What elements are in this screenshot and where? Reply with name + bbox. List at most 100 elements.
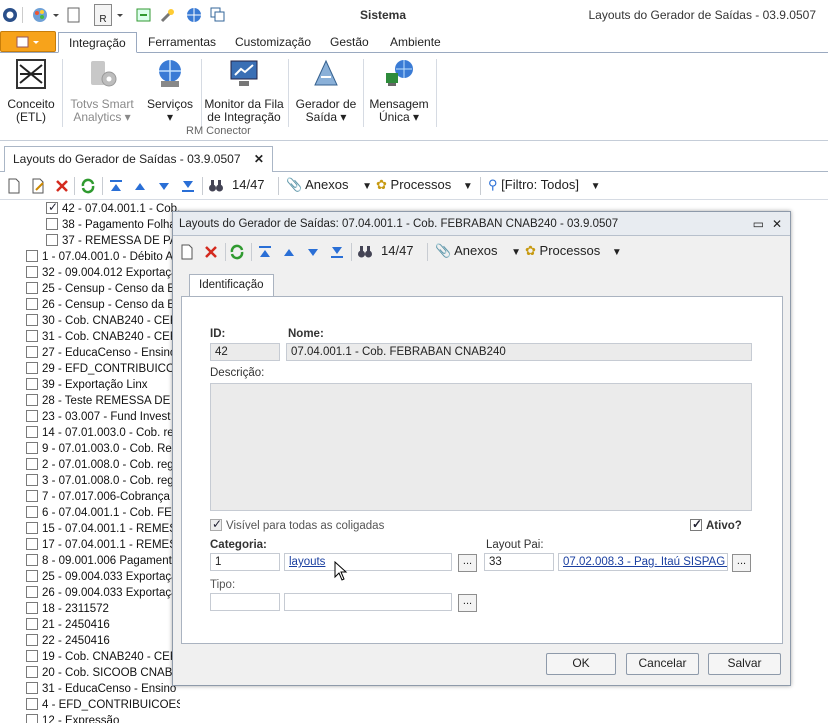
layout-pai-lookup-button[interactable]: ... — [732, 554, 751, 572]
qa-dropdown-icon[interactable] — [116, 7, 124, 23]
globe-icon[interactable] — [186, 7, 202, 23]
salvar-button[interactable]: Salvar — [708, 653, 781, 675]
visivel-checkbox[interactable]: Visível para todas as coligadas — [210, 517, 384, 532]
tree-item[interactable]: 26 - 09.004.033 Exportação — [26, 586, 180, 602]
tree-item-checkbox[interactable] — [26, 618, 38, 630]
tree-item[interactable]: 21 - 2450416 — [26, 618, 110, 634]
tree-item[interactable]: 26 - Censup - Censo da Educação — [26, 298, 180, 314]
quick-access-button[interactable]: R — [94, 4, 112, 26]
delete-icon[interactable] — [203, 244, 219, 260]
tree-item[interactable]: 19 - Cob. CNAB240 - CEF — [26, 650, 177, 666]
tree-item[interactable]: 23 - 03.007 - Fund Invest Var — [26, 410, 180, 426]
tree-item-checkbox[interactable] — [26, 394, 38, 406]
tab-ambiente[interactable]: Ambiente — [380, 32, 451, 53]
descricao-field[interactable] — [210, 383, 752, 511]
tree-item-checkbox[interactable] — [26, 554, 38, 566]
tree-item[interactable]: 25 - Censup - Censo da Educação — [26, 282, 180, 298]
qa-dropdown-icon[interactable] — [52, 7, 60, 23]
tree-item[interactable]: 38 - Pagamento Folha — [46, 218, 176, 234]
first-record-icon[interactable] — [257, 244, 273, 260]
tab-customizacao[interactable]: Customização — [225, 32, 321, 53]
tree-item-checkbox[interactable] — [26, 378, 38, 390]
tree-item-checkbox[interactable] — [26, 458, 38, 470]
tab-ferramentas[interactable]: Ferramentas — [138, 32, 226, 53]
new-icon[interactable] — [6, 178, 22, 194]
tree-item[interactable]: 37 - REMESSA DE PAGAMENTO — [46, 234, 180, 250]
tree-item-checkbox[interactable] — [26, 298, 38, 310]
anexos-menu[interactable]: 📎 Anexos ▼ — [435, 243, 521, 259]
previous-record-icon[interactable] — [132, 178, 148, 194]
cancelar-button[interactable]: Cancelar — [626, 653, 699, 675]
tree-item[interactable]: 8 - 09.001.006 Pagamento — [26, 554, 178, 570]
close-tab-icon[interactable]: ✕ — [254, 152, 264, 166]
tree-item-checkbox[interactable] — [26, 330, 38, 342]
servicos-button[interactable]: Serviços ▾ — [142, 57, 198, 124]
tree-item-checkbox[interactable] — [26, 346, 38, 358]
file-menu-button[interactable] — [0, 31, 56, 52]
tree-item-checkbox[interactable] — [26, 602, 38, 614]
tree-item-checkbox[interactable] — [26, 586, 38, 598]
tree-item[interactable]: 18 - 2311572 — [26, 602, 109, 618]
ativo-checkbox[interactable]: Ativo? — [690, 517, 742, 532]
tree-item[interactable]: 4 - EFD_CONTRIBUICOES_B — [26, 698, 180, 714]
next-record-icon[interactable] — [305, 244, 321, 260]
tree-item[interactable]: 14 - 07.01.003.0 - Cob. registrada — [26, 426, 180, 442]
categoria-lookup-button[interactable]: ... — [458, 554, 477, 572]
tree-item-checkbox[interactable] — [26, 410, 38, 422]
tree-item-checkbox[interactable] — [26, 538, 38, 550]
tree-item[interactable]: 22 - 2450416 — [26, 634, 110, 650]
last-record-icon[interactable] — [329, 244, 345, 260]
gerador-de-saida-button[interactable]: Gerador de Saída ▾ — [292, 57, 360, 124]
tree-item-checkbox[interactable] — [26, 634, 38, 646]
tipo-code-field[interactable] — [210, 593, 280, 611]
monitor-fila-integracao-button[interactable]: Monitor da Fila de Integração — [204, 57, 284, 124]
tools-icon[interactable] — [160, 7, 176, 23]
close-icon[interactable]: ✕ — [772, 217, 782, 231]
tree-item-checkbox[interactable] — [26, 714, 38, 723]
edit-icon[interactable] — [30, 178, 46, 194]
layout-pai-name-field[interactable]: 07.02.008.3 - Pag. Itaú SISPAG - v — [558, 553, 728, 571]
tree-item-checkbox[interactable] — [26, 666, 38, 678]
conceito-etl-button[interactable]: Conceito (ETL) — [4, 57, 58, 124]
tab-gestao[interactable]: Gestão — [320, 32, 379, 53]
last-record-icon[interactable] — [180, 178, 196, 194]
refresh-icon[interactable] — [229, 244, 245, 260]
windows-icon[interactable] — [210, 7, 226, 23]
tab-identificacao[interactable]: Identificação — [189, 274, 274, 296]
tree-item-checkbox[interactable] — [46, 234, 58, 246]
tree-item[interactable]: 42 - 07.04.001.1 - Cob. FEBRABAN CNAB240 — [46, 200, 180, 218]
tree-item[interactable]: 3 - 07.01.008.0 - Cob. registrada — [26, 474, 180, 490]
processos-menu[interactable]: ✿ Processos ▼ — [525, 243, 622, 259]
tree-item[interactable]: 31 - EducaCenso - Ensino Básico — [26, 682, 180, 698]
tree-item[interactable]: 30 - Cob. CNAB240 - CEF — [26, 314, 177, 330]
layout-pai-code-field[interactable]: 33 — [484, 553, 554, 571]
tree-item[interactable]: 31 - Cob. CNAB240 - CEF — [26, 330, 177, 346]
tree-item-checkbox[interactable] — [26, 650, 38, 662]
tree-item[interactable]: 28 - Teste REMESSA DE PAGAMENTO — [26, 394, 180, 410]
tree-item-checkbox[interactable] — [26, 474, 38, 486]
tree-item-checkbox[interactable] — [26, 426, 38, 438]
tree-item-checkbox[interactable] — [26, 266, 38, 278]
next-record-icon[interactable] — [156, 178, 172, 194]
tree-item-checkbox[interactable] — [26, 506, 38, 518]
export-icon[interactable] — [136, 7, 152, 23]
tree-item[interactable]: 15 - 07.04.001.1 - REMESSA — [26, 522, 180, 538]
tree-item-checkbox[interactable] — [46, 218, 58, 230]
document-tab[interactable]: Layouts do Gerador de Saídas - 03.9.0507… — [4, 146, 273, 172]
tree-item[interactable]: 20 - Cob. SICOOB CNAB240 — [26, 666, 180, 682]
mensagem-unica-button[interactable]: Mensagem Única ▾ — [366, 57, 432, 124]
tree-item-checkbox[interactable] — [26, 362, 38, 374]
tree-item[interactable]: 7 - 07.017.006-Cobrança Registrada — [26, 490, 180, 506]
binoculars-icon[interactable] — [357, 244, 373, 260]
new-doc-icon[interactable] — [66, 7, 82, 23]
anexos-menu[interactable]: 📎 Anexos ▼ — [286, 177, 372, 193]
palette-icon[interactable] — [32, 7, 48, 23]
totvs-smart-analytics-button[interactable]: Totvs Smart Analytics ▾ — [66, 57, 138, 124]
tipo-name-field[interactable] — [284, 593, 452, 611]
tree-item-checkbox[interactable] — [26, 570, 38, 582]
tree-item[interactable]: 29 - EFD_CONTRIBUICOES — [26, 362, 180, 378]
processos-menu[interactable]: ✿ Processos ▼ — [376, 177, 473, 193]
tree-item[interactable]: 12 - Expressão — [26, 714, 119, 723]
tree-item[interactable]: 6 - 07.04.001.1 - Cob. FEBRABAN — [26, 506, 180, 522]
tab-integracao[interactable]: Integração — [58, 32, 137, 53]
